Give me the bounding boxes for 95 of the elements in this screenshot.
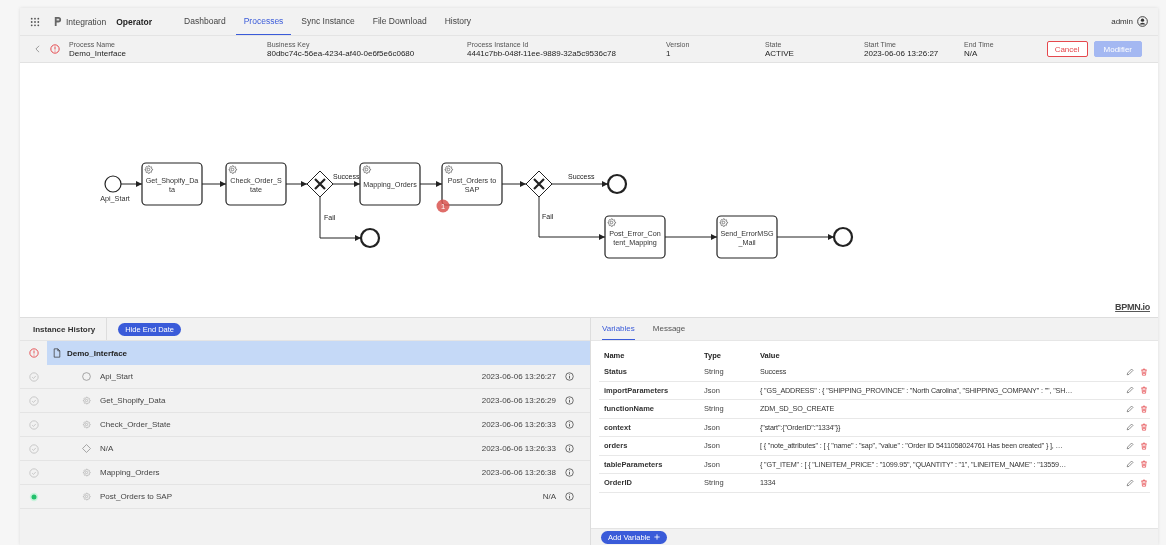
end-event bbox=[606, 173, 628, 195]
delete-trash-icon[interactable] bbox=[1140, 386, 1148, 395]
app-grid-icon[interactable] bbox=[30, 16, 40, 27]
panel-tab[interactable]: Variables bbox=[602, 318, 635, 340]
task-box bbox=[716, 215, 778, 259]
info-icon[interactable] bbox=[565, 468, 574, 477]
role-label: Operator bbox=[116, 16, 153, 27]
gear-icon bbox=[82, 396, 91, 405]
panel-tab[interactable]: Message bbox=[652, 318, 686, 340]
viewer-logo[interactable]: BPMN.io bbox=[1115, 302, 1150, 312]
tree-row[interactable]: Mapping_Orders 2023-06-06 13:26:38 bbox=[47, 461, 590, 484]
delete-trash-icon[interactable] bbox=[1140, 460, 1148, 469]
delete-trash-icon[interactable] bbox=[1140, 478, 1148, 487]
sequence-flow bbox=[538, 196, 606, 240]
gear-icon bbox=[228, 165, 237, 174]
info-icon[interactable] bbox=[565, 396, 574, 405]
gear-icon bbox=[719, 218, 728, 227]
app-logo-icon bbox=[53, 16, 62, 27]
start-event bbox=[104, 175, 122, 193]
tree-row[interactable]: Post_Orders to SAP N/A bbox=[47, 485, 590, 508]
gear-icon bbox=[82, 492, 91, 501]
tree-row[interactable]: Api_Start 2023-06-06 13:26:27 bbox=[47, 365, 590, 388]
sequence-flow bbox=[201, 181, 227, 187]
tree-item-label: Post_Orders to SAP bbox=[100, 492, 174, 501]
tree-item-label: N/A bbox=[100, 444, 115, 453]
timestamp: 2023-06-06 13:26:38 bbox=[481, 468, 556, 477]
field-value: 2023-06-06 13:26:27 bbox=[864, 48, 940, 58]
delete-trash-icon[interactable] bbox=[1140, 367, 1148, 376]
tree-row[interactable]: Check_Order_State 2023-06-06 13:26:33 bbox=[47, 413, 590, 436]
sequence-flow bbox=[285, 181, 308, 187]
info-icon[interactable] bbox=[565, 372, 574, 381]
tree-row[interactable]: Get_Shopify_Data 2023-06-06 13:26:29 bbox=[47, 389, 590, 412]
tree-item-label: Mapping_Orders bbox=[100, 468, 161, 477]
plus-icon bbox=[654, 534, 661, 540]
field-value: 80dbc74c-56ea-4234-af40-0e6f5e6c0680 bbox=[267, 48, 416, 58]
tree-item-label: Get_Shopify_Data bbox=[100, 396, 167, 405]
field-value: N/A bbox=[964, 48, 979, 58]
sequence-flow bbox=[664, 234, 718, 240]
timestamp: 2023-06-06 13:26:29 bbox=[481, 396, 556, 405]
sequence-flow bbox=[419, 181, 443, 187]
timestamp: N/A bbox=[542, 492, 556, 501]
info-icon[interactable] bbox=[565, 492, 574, 501]
task-box bbox=[141, 162, 203, 206]
task-box bbox=[441, 162, 503, 206]
gear-icon bbox=[144, 165, 153, 174]
sequence-flow bbox=[332, 181, 361, 187]
timestamp: 2023-06-06 13:26:33 bbox=[481, 444, 556, 453]
tree-row[interactable]: Demo_Interface bbox=[47, 341, 590, 365]
exclusive-gateway bbox=[525, 170, 553, 198]
gear-icon bbox=[82, 468, 91, 477]
delete-trash-icon[interactable] bbox=[1140, 441, 1148, 450]
info-icon[interactable] bbox=[565, 444, 574, 453]
task-box bbox=[225, 162, 287, 206]
task-box bbox=[604, 215, 666, 259]
circle-icon bbox=[82, 372, 91, 381]
sequence-flow bbox=[120, 181, 143, 187]
user-name[interactable]: admin bbox=[1111, 17, 1133, 26]
tree-item-label: Api_Start bbox=[100, 372, 134, 381]
sequence-flow bbox=[776, 234, 835, 240]
field-value: ACTIVE bbox=[765, 48, 795, 58]
tree-item-label: Check_Order_State bbox=[100, 420, 172, 429]
tree-row[interactable]: N/A 2023-06-06 13:26:33 bbox=[47, 437, 590, 460]
end-event bbox=[832, 226, 854, 248]
gear-icon bbox=[444, 165, 453, 174]
timestamp: 2023-06-06 13:26:33 bbox=[481, 420, 556, 429]
sequence-flow bbox=[551, 181, 609, 187]
end-event bbox=[359, 227, 381, 249]
user-avatar-icon[interactable] bbox=[1137, 16, 1148, 27]
task-box bbox=[359, 162, 421, 206]
gear-icon bbox=[607, 218, 616, 227]
edit-pencil-icon[interactable] bbox=[1126, 367, 1134, 376]
nav-tab[interactable]: File Download bbox=[364, 8, 435, 35]
diamond-icon bbox=[82, 444, 91, 453]
cancel-button[interactable]: Cancel bbox=[1046, 41, 1088, 57]
tree-item-label: Demo_Interface bbox=[67, 348, 128, 358]
back-chevron-icon[interactable] bbox=[35, 45, 40, 53]
timestamp: 2023-06-06 13:26:27 bbox=[481, 372, 556, 381]
nav-tab[interactable]: History bbox=[436, 8, 480, 35]
gear-icon bbox=[362, 165, 371, 174]
delete-trash-icon[interactable] bbox=[1140, 404, 1148, 413]
nav-tab[interactable]: Processes bbox=[235, 8, 292, 35]
field-value: 1 bbox=[666, 48, 672, 58]
panel-title: Instance History bbox=[33, 324, 96, 334]
gear-icon bbox=[82, 420, 91, 429]
field-value: Demo_Interface bbox=[69, 48, 127, 58]
nav-tab[interactable]: Sync Instance bbox=[293, 8, 363, 35]
sequence-flow bbox=[501, 181, 527, 187]
exclusive-gateway bbox=[306, 170, 334, 198]
delete-trash-icon[interactable] bbox=[1140, 423, 1148, 432]
app-name: Integration bbox=[66, 16, 107, 27]
document-icon bbox=[53, 348, 61, 358]
sequence-flow bbox=[319, 196, 362, 241]
field-value: 4441c7bb-048f-11ee-9889-32a5c9536c78 bbox=[467, 48, 617, 58]
nav-tab[interactable]: Dashboard bbox=[176, 8, 234, 35]
info-icon[interactable] bbox=[565, 420, 574, 429]
